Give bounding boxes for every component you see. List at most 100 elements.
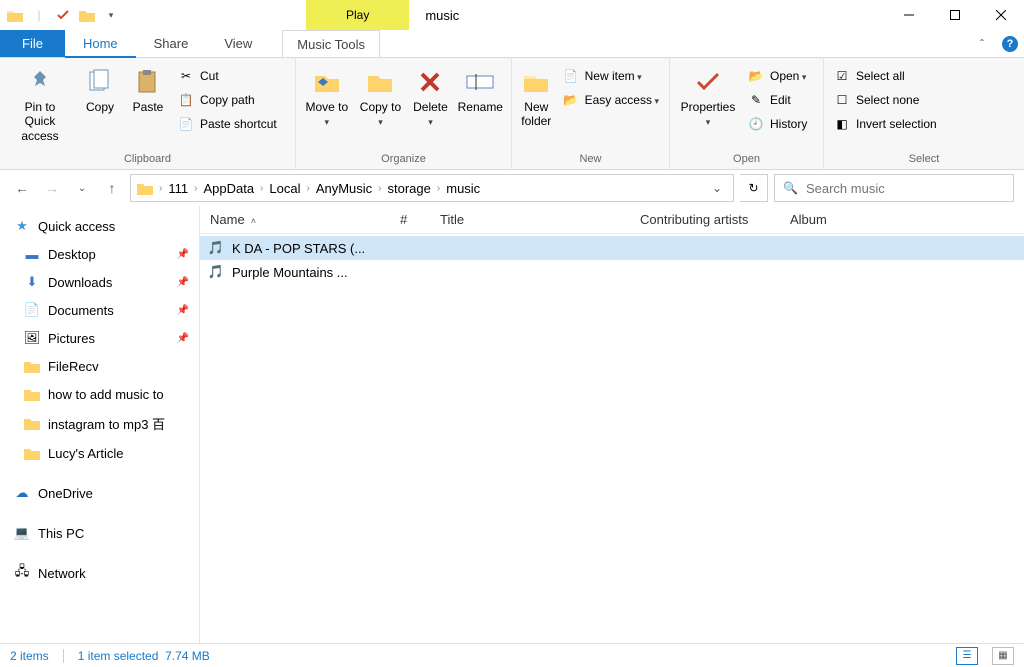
breadcrumb[interactable]: Local (269, 181, 300, 196)
nav-pictures[interactable]: 🖼Pictures📌 (0, 324, 199, 352)
folder-qat-icon[interactable] (76, 4, 98, 26)
paste-button[interactable]: Paste (126, 62, 170, 118)
select-none-button[interactable]: ☐Select none (830, 90, 941, 110)
documents-icon: 📄 (24, 302, 40, 318)
column-header-artists[interactable]: Contributing artists (630, 212, 780, 227)
search-input[interactable] (806, 181, 1005, 196)
copy-label: Copy (86, 100, 114, 114)
chevron-right-icon[interactable]: › (304, 183, 311, 194)
close-button[interactable] (978, 0, 1024, 30)
recent-locations-button[interactable]: ⌄ (70, 176, 94, 200)
nav-network[interactable]: 🖧Network (0, 559, 199, 587)
column-header-num[interactable]: # (390, 212, 430, 227)
new-folder-button[interactable]: New folder (518, 62, 555, 133)
nav-desktop[interactable]: ▬Desktop📌 (0, 240, 199, 268)
breadcrumb[interactable]: AppData (203, 181, 254, 196)
forward-button[interactable]: → (40, 176, 64, 200)
open-button[interactable]: 📂Open (744, 66, 811, 86)
ribbon: Pin to Quick access Copy Paste ✂Cut 📋Cop… (0, 58, 1024, 170)
edit-button[interactable]: ✎Edit (744, 90, 811, 110)
collapse-ribbon-icon[interactable]: ˆ (968, 30, 996, 57)
address-history-dropdown[interactable]: ⌄ (707, 181, 727, 195)
nav-downloads[interactable]: ⬇Downloads📌 (0, 268, 199, 296)
chevron-right-icon[interactable]: › (258, 183, 265, 194)
paste-shortcut-button[interactable]: 📄Paste shortcut (174, 114, 281, 134)
list-item[interactable]: 🎵 K DA - POP STARS (... (200, 236, 1024, 260)
nav-documents[interactable]: 📄Documents📌 (0, 296, 199, 324)
column-header-album[interactable]: Album (780, 212, 1024, 227)
cut-button[interactable]: ✂Cut (174, 66, 281, 86)
nav-onedrive[interactable]: ☁OneDrive (0, 479, 199, 507)
address-bar[interactable]: › 111 › AppData › Local › AnyMusic › sto… (130, 174, 734, 202)
pin-label: Pin to Quick access (8, 100, 72, 143)
up-button[interactable]: ↑ (100, 176, 124, 200)
file-tab[interactable]: File (0, 30, 65, 57)
file-list[interactable]: 🎵 K DA - POP STARS (... 🎵 Purple Mountai… (200, 234, 1024, 643)
chevron-right-icon[interactable]: › (376, 183, 383, 194)
rename-button[interactable]: Rename (456, 62, 505, 118)
context-tab-play[interactable]: Play (306, 0, 409, 30)
chevron-right-icon[interactable]: › (192, 183, 199, 194)
search-box[interactable]: 🔍 (774, 174, 1014, 202)
pin-to-quick-access-button[interactable]: Pin to Quick access (6, 62, 74, 147)
status-bar: 2 items 1 item selected 7.74 MB ☰ ▦ (0, 643, 1024, 667)
breadcrumb[interactable]: music (446, 181, 480, 196)
invert-selection-button[interactable]: ◧Invert selection (830, 114, 941, 134)
help-button[interactable]: ? (996, 30, 1024, 57)
folder-icon (137, 182, 153, 195)
new-item-button[interactable]: 📄New item (559, 66, 663, 86)
minimize-button[interactable] (886, 0, 932, 30)
nav-quick-access[interactable]: ★Quick access (0, 212, 199, 240)
list-item[interactable]: 🎵 Purple Mountains ... (200, 260, 1024, 284)
refresh-button[interactable]: ↻ (740, 174, 768, 202)
easy-access-icon: 📂 (563, 92, 579, 108)
tab-share[interactable]: Share (136, 30, 207, 57)
title-bar: | ▾ Play music (0, 0, 1024, 30)
maximize-button[interactable] (932, 0, 978, 30)
back-button[interactable]: ← (10, 176, 34, 200)
select-all-button[interactable]: ☑Select all (830, 66, 941, 86)
nav-recent-folder[interactable]: FileRecv (0, 352, 199, 380)
group-label-open: Open (676, 153, 817, 169)
delete-label: Delete (411, 100, 449, 129)
pin-icon: 📌 (177, 333, 189, 344)
chevron-right-icon[interactable]: › (435, 183, 442, 194)
copy-path-button[interactable]: 📋Copy path (174, 90, 281, 110)
properties-qat-icon[interactable] (52, 4, 74, 26)
qat-dropdown-icon[interactable]: ▾ (100, 4, 122, 26)
breadcrumb[interactable]: AnyMusic (316, 181, 372, 196)
nav-recent-folder[interactable]: Lucy's Article (0, 439, 199, 467)
cut-icon: ✂ (178, 68, 194, 84)
copy-button[interactable]: Copy (78, 62, 122, 118)
history-button[interactable]: 🕘History (744, 114, 811, 134)
group-label-select: Select (830, 153, 1018, 169)
folder-icon (24, 445, 40, 461)
easy-access-button[interactable]: 📂Easy access (559, 90, 663, 110)
breadcrumb[interactable]: storage (388, 181, 431, 196)
nav-recent-folder[interactable]: how to add music to (0, 380, 199, 408)
delete-button[interactable]: Delete (409, 62, 451, 133)
help-icon: ? (1002, 36, 1018, 52)
tab-music-tools[interactable]: Music Tools (282, 30, 380, 57)
nav-this-pc[interactable]: 💻This PC (0, 519, 199, 547)
column-header-title[interactable]: Title (430, 212, 630, 227)
pin-icon: 📌 (177, 305, 189, 316)
chevron-right-icon[interactable]: › (157, 183, 164, 194)
tab-home[interactable]: Home (65, 30, 136, 57)
properties-button[interactable]: Properties (676, 62, 740, 133)
pin-icon (24, 66, 56, 98)
music-file-icon: 🎵 (208, 264, 224, 280)
status-selection: 1 item selected 7.74 MB (78, 649, 210, 663)
open-icon: 📂 (748, 68, 764, 84)
file-name: K DA - POP STARS (... (232, 241, 365, 256)
thumbnails-view-button[interactable]: ▦ (992, 647, 1014, 665)
qat-divider: | (28, 4, 50, 26)
move-to-button[interactable]: Move to (302, 62, 352, 133)
tab-view[interactable]: View (206, 30, 270, 57)
copy-to-button[interactable]: Copy to (356, 62, 406, 133)
breadcrumb[interactable]: 111 (168, 181, 188, 196)
details-view-button[interactable]: ☰ (956, 647, 978, 665)
edit-icon: ✎ (748, 92, 764, 108)
column-header-name[interactable]: Name˄ (200, 212, 390, 227)
nav-recent-folder[interactable]: instagram to mp3 百 (0, 408, 199, 439)
